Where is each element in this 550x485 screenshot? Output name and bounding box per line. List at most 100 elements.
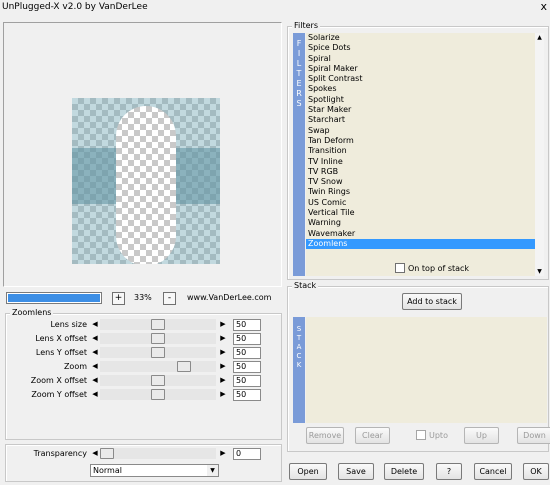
up-button[interactable]: Up: [464, 427, 499, 444]
zoom-in-button[interactable]: +: [112, 292, 125, 305]
slider-right-arrow-icon[interactable]: ▶: [218, 347, 228, 358]
slider-thumb[interactable]: [177, 361, 191, 372]
filter-list-item[interactable]: Split Contrast: [306, 74, 544, 84]
transparency-left-arrow-icon[interactable]: ◀: [90, 448, 100, 459]
filter-list[interactable]: Solarize Spice Dots Spiral Spiral Maker Spli…: [306, 33, 544, 276]
slider-left-arrow-icon[interactable]: ◀: [90, 319, 100, 330]
slider-thumb[interactable]: [151, 347, 165, 358]
help-button[interactable]: ?: [436, 463, 462, 480]
cancel-button[interactable]: Cancel: [474, 463, 512, 480]
filter-list-item[interactable]: Spice Dots: [306, 43, 544, 53]
remove-button[interactable]: Remove: [306, 427, 344, 444]
slider-track[interactable]: [100, 361, 216, 372]
on-top-label: On top of stack: [408, 264, 470, 273]
filters-letter: I: [297, 49, 301, 58]
slider-value[interactable]: 50: [233, 389, 261, 401]
zoomlens-slider[interactable]: Zoom X offset ◀ ▶ 50: [8, 375, 261, 387]
filter-list-item[interactable]: Tan Deform: [306, 136, 544, 146]
save-button[interactable]: Save: [338, 463, 374, 480]
slider-label: Zoom Y offset: [31, 390, 87, 399]
slider-right-arrow-icon[interactable]: ▶: [218, 375, 228, 386]
slider-left-arrow-icon[interactable]: ◀: [90, 361, 100, 372]
stack-letter: T: [296, 334, 302, 342]
slider-label: Zoom: [63, 362, 87, 371]
close-icon[interactable]: x: [540, 0, 547, 13]
scroll-down-icon[interactable]: ▼: [535, 267, 544, 276]
on-top-checkbox[interactable]: [395, 263, 405, 273]
slider-value[interactable]: 50: [233, 361, 261, 373]
preview-panel[interactable]: [3, 22, 282, 287]
slider-left-arrow-icon[interactable]: ◀: [90, 347, 100, 358]
zoomlens-slider[interactable]: Lens X offset ◀ ▶ 50: [8, 333, 261, 345]
zoomlens-slider[interactable]: Lens Y offset ◀ ▶ 50: [8, 347, 261, 359]
zoomlens-slider[interactable]: Lens size ◀ ▶ 50: [8, 319, 261, 331]
slider-right-arrow-icon[interactable]: ▶: [218, 361, 228, 372]
filter-list-item[interactable]: Spokes: [306, 84, 544, 94]
open-button[interactable]: Open: [289, 463, 327, 480]
scroll-up-icon[interactable]: ▲: [535, 33, 544, 42]
filter-list-item[interactable]: Solarize: [306, 33, 544, 43]
filter-list-item[interactable]: Twin Rings: [306, 187, 544, 197]
filter-list-item[interactable]: Transition: [306, 146, 544, 156]
filter-list-item[interactable]: Wavemaker: [306, 229, 544, 239]
transparency-right-arrow-icon[interactable]: ▶: [218, 448, 228, 459]
transparency-thumb[interactable]: [100, 448, 114, 459]
blend-mode-select[interactable]: Normal ▼: [90, 464, 219, 477]
transparency-track[interactable]: [100, 448, 216, 459]
slider-left-arrow-icon[interactable]: ◀: [90, 375, 100, 386]
filter-list-item[interactable]: TV Snow: [306, 177, 544, 187]
zoomlens-slider[interactable]: Zoom ◀ ▶ 50: [8, 361, 261, 373]
slider-value[interactable]: 50: [233, 333, 261, 345]
clear-button[interactable]: Clear: [355, 427, 390, 444]
slider-track[interactable]: [100, 319, 216, 330]
slider-thumb[interactable]: [151, 375, 165, 386]
slider-left-arrow-icon[interactable]: ◀: [90, 389, 100, 400]
filter-list-item[interactable]: Spiral: [306, 54, 544, 64]
vanderlee-link[interactable]: www.VanDerLee.com: [187, 293, 271, 302]
filter-list-item[interactable]: Warning: [306, 218, 544, 228]
zoomlens-slider[interactable]: Zoom Y offset ◀ ▶ 50: [8, 389, 261, 401]
slider-right-arrow-icon[interactable]: ▶: [218, 389, 228, 400]
slider-track[interactable]: [100, 333, 216, 344]
delete-button[interactable]: Delete: [384, 463, 424, 480]
slider-thumb[interactable]: [151, 333, 165, 344]
progress-fill: [8, 294, 100, 302]
slider-value[interactable]: 50: [233, 375, 261, 387]
slider-value[interactable]: 50: [233, 319, 261, 331]
progress-bar: [6, 292, 102, 304]
filter-list-scrollbar[interactable]: ▲ ▼: [535, 33, 544, 276]
filter-list-item[interactable]: TV Inline: [306, 157, 544, 167]
filter-list-item[interactable]: Spotlight: [306, 95, 544, 105]
slider-track[interactable]: [100, 389, 216, 400]
filter-list-item[interactable]: Vertical Tile: [306, 208, 544, 218]
add-to-stack-button[interactable]: Add to stack: [402, 293, 462, 310]
filter-list-item[interactable]: Swap: [306, 126, 544, 136]
transparency-slider[interactable]: Transparency ◀ ▶ 0: [8, 448, 261, 460]
filter-list-item[interactable]: Spiral Maker: [306, 64, 544, 74]
down-button[interactable]: Down: [517, 427, 550, 444]
filter-list-item[interactable]: US Comic: [306, 198, 544, 208]
slider-thumb[interactable]: [151, 389, 165, 400]
slider-right-arrow-icon[interactable]: ▶: [218, 333, 228, 344]
filter-list-item[interactable]: TV RGB: [306, 167, 544, 177]
preview-image: [72, 98, 220, 264]
slider-value[interactable]: 50: [233, 347, 261, 359]
upto-checkbox[interactable]: [416, 430, 426, 440]
filters-group: FILTERS Solarize Spice Dots Spiral Spiral M…: [287, 26, 549, 280]
slider-left-arrow-icon[interactable]: ◀: [90, 333, 100, 344]
stack-list[interactable]: [306, 317, 547, 423]
transparency-label: Transparency: [33, 449, 87, 458]
slider-label: Lens X offset: [35, 334, 87, 343]
slider-right-arrow-icon[interactable]: ▶: [218, 319, 228, 330]
slider-track[interactable]: [100, 375, 216, 386]
slider-thumb[interactable]: [151, 319, 165, 330]
filter-list-item[interactable]: Zoomlens: [306, 238, 544, 250]
slider-track[interactable]: [100, 347, 216, 358]
filter-list-item[interactable]: Star Maker: [306, 105, 544, 115]
zoom-out-button[interactable]: -: [163, 292, 176, 305]
stack-letter: K: [296, 361, 302, 369]
chevron-down-icon[interactable]: ▼: [207, 465, 218, 476]
filter-list-item[interactable]: Starchart: [306, 115, 544, 125]
ok-button[interactable]: OK: [523, 463, 549, 480]
transparency-value[interactable]: 0: [233, 448, 261, 460]
